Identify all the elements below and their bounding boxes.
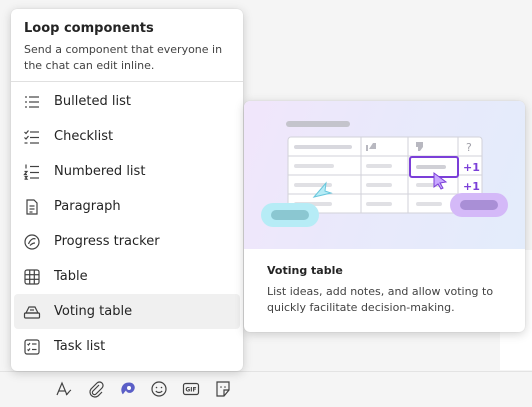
menu-item-voting-table[interactable]: Voting table bbox=[14, 294, 240, 329]
preview-title: Voting table bbox=[267, 264, 343, 277]
numbered-list-icon bbox=[23, 163, 41, 181]
task-list-icon bbox=[23, 338, 41, 356]
table-icon bbox=[23, 268, 41, 286]
loop-icon[interactable] bbox=[117, 378, 139, 400]
menu-item-task-list[interactable]: Task list bbox=[14, 329, 240, 364]
menu-item-bulleted-list[interactable]: Bulleted list bbox=[14, 84, 240, 119]
menu-item-paragraph[interactable]: Paragraph bbox=[14, 189, 240, 224]
menu-description: Send a component that everyone in the ch… bbox=[24, 43, 223, 72]
vote-count-1: +1 bbox=[463, 161, 480, 174]
format-icon[interactable] bbox=[53, 378, 75, 400]
voting-table-preview-card: ? +1 +1 Voting table List ideas, add not… bbox=[244, 101, 525, 332]
menu-item-label: Table bbox=[54, 269, 88, 284]
gif-icon[interactable]: GIF bbox=[180, 378, 202, 400]
menu-item-label: Voting table bbox=[54, 304, 133, 319]
voting-table-illustration: ? +1 +1 bbox=[244, 101, 525, 249]
menu-item-label: Bulleted list bbox=[54, 94, 131, 109]
compose-divider bbox=[0, 371, 532, 372]
gif-label: GIF bbox=[185, 387, 196, 394]
progress-tracker-icon bbox=[23, 233, 41, 251]
menu-item-numbered-list[interactable]: Numbered list bbox=[14, 154, 240, 189]
vote-count-2: +1 bbox=[463, 180, 480, 193]
sticker-icon[interactable] bbox=[212, 378, 234, 400]
menu-item-label: Checklist bbox=[54, 129, 114, 144]
help-symbol: ? bbox=[466, 141, 472, 154]
voting-table-icon bbox=[23, 303, 41, 321]
menu-item-table[interactable]: Table bbox=[14, 259, 240, 294]
loop-components-menu: Loop components Send a component that ev… bbox=[11, 9, 243, 371]
menu-title: Loop components bbox=[24, 21, 154, 36]
menu-item-label: Numbered list bbox=[54, 164, 146, 179]
paragraph-icon bbox=[23, 198, 41, 216]
voting-table-illustration-svg: ? +1 +1 bbox=[261, 121, 508, 227]
emoji-icon[interactable] bbox=[148, 378, 170, 400]
bulleted-list-icon bbox=[23, 93, 41, 111]
menu-item-progress-tracker[interactable]: Progress tracker bbox=[14, 224, 240, 259]
menu-item-label: Task list bbox=[54, 339, 106, 354]
menu-item-label: Paragraph bbox=[54, 199, 121, 214]
preview-description: List ideas, add notes, and allow voting … bbox=[267, 285, 494, 314]
checklist-icon bbox=[23, 128, 41, 146]
attach-icon[interactable] bbox=[85, 378, 107, 400]
menu-item-label: Progress tracker bbox=[54, 234, 160, 249]
menu-item-checklist[interactable]: Checklist bbox=[14, 119, 240, 154]
menu-header: Loop components Send a component that ev… bbox=[11, 9, 243, 82]
